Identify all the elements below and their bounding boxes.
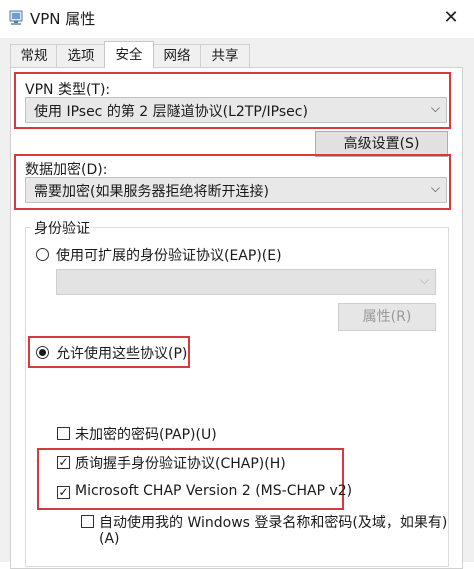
allow-protocols-radio[interactable] bbox=[36, 346, 49, 359]
checkmark-icon: ✓ bbox=[58, 485, 69, 499]
auto-windows-logon-checkbox[interactable] bbox=[81, 515, 94, 528]
vpn-type-select[interactable]: 使用 IPsec 的第 2 层隧道协议(L2TP/IPsec) ⌵ bbox=[25, 97, 447, 123]
tab-options[interactable]: 选项 bbox=[56, 44, 106, 67]
chevron-down-icon: ⌵ bbox=[430, 101, 440, 115]
vpn-properties-window: VPN 属性 ✕ 常规 选项 安全 网络 共享 VPN 类型(T): 使用 IP… bbox=[0, 0, 474, 569]
checkmark-icon: ✓ bbox=[58, 455, 69, 469]
chap-label[interactable]: 质询握手身份验证协议(CHAP)(H) bbox=[75, 453, 286, 473]
tab-general[interactable]: 常规 bbox=[10, 44, 58, 67]
chap-checkbox[interactable]: ✓ bbox=[57, 456, 70, 469]
network-connection-icon bbox=[9, 10, 23, 25]
mschapv2-label[interactable]: Microsoft CHAP Version 2 (MS-CHAP v2) bbox=[75, 483, 352, 499]
title-bar: VPN 属性 ✕ bbox=[0, 0, 474, 38]
allow-protocols-label[interactable]: 允许使用这些协议(P) bbox=[56, 343, 187, 363]
mschapv2-checkbox[interactable]: ✓ bbox=[57, 486, 70, 499]
radio-selected-dot bbox=[39, 349, 46, 356]
tab-networking[interactable]: 网络 bbox=[152, 44, 202, 67]
pap-checkbox[interactable] bbox=[57, 427, 70, 440]
eap-type-select[interactable]: ⌵ bbox=[56, 269, 436, 295]
authentication-group-title: 身份验证 bbox=[31, 218, 93, 238]
encryption-value: 需要加密(如果服务器拒绝将断开连接) bbox=[34, 184, 269, 200]
close-button[interactable]: ✕ bbox=[436, 4, 466, 32]
vpn-type-value: 使用 IPsec 的第 2 层隧道协议(L2TP/IPsec) bbox=[34, 104, 308, 120]
eap-properties-button[interactable]: 属性(R) bbox=[338, 303, 436, 331]
encryption-label: 数据加密(D): bbox=[25, 162, 108, 178]
tab-security[interactable]: 安全 bbox=[104, 41, 154, 68]
pap-label[interactable]: 未加密的密码(PAP)(U) bbox=[75, 424, 217, 444]
window-title: VPN 属性 bbox=[30, 10, 96, 28]
vpn-type-label: VPN 类型(T): bbox=[25, 82, 111, 98]
close-icon: ✕ bbox=[443, 7, 459, 28]
auto-windows-logon-label[interactable]: 自动使用我的 Windows 登录名称和密码(及域，如果有) bbox=[99, 512, 447, 532]
tab-sharing[interactable]: 共享 bbox=[200, 44, 250, 67]
encryption-select[interactable]: 需要加密(如果服务器拒绝将断开连接) ⌵ bbox=[25, 177, 447, 203]
eap-radio-label[interactable]: 使用可扩展的身份验证协议(EAP)(E) bbox=[56, 245, 282, 265]
security-tab-panel: VPN 类型(T): 使用 IPsec 的第 2 层隧道协议(L2TP/IPse… bbox=[10, 67, 463, 569]
chevron-down-icon: ⌵ bbox=[419, 273, 429, 287]
chevron-down-icon: ⌵ bbox=[430, 181, 440, 195]
auto-windows-logon-label-accelerator[interactable]: (A) bbox=[99, 531, 120, 547]
eap-radio[interactable] bbox=[36, 248, 49, 261]
